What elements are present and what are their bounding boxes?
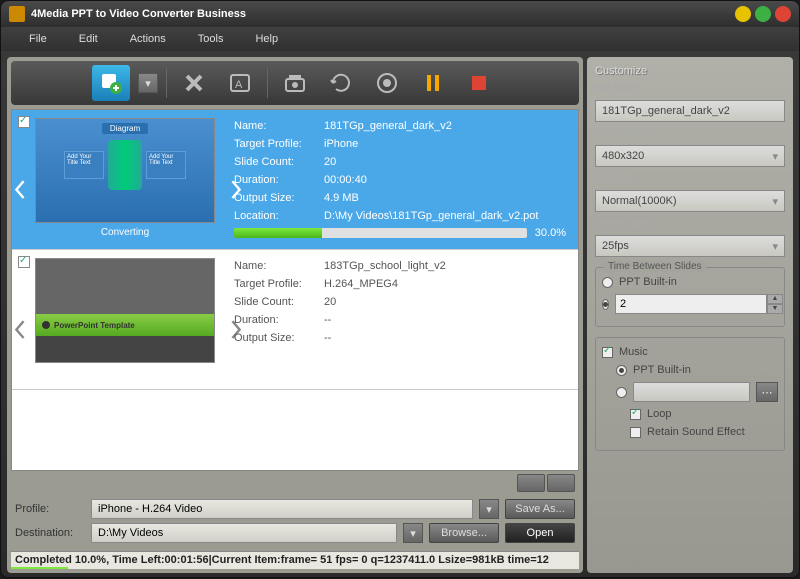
menu-edit[interactable]: Edit: [63, 33, 114, 45]
progress-bar: [234, 228, 527, 238]
item-name: 181TGp_general_dark_v2: [324, 120, 452, 132]
music-browse-button[interactable]: ⋯: [756, 382, 778, 402]
spin-up-icon[interactable]: ▲: [767, 294, 783, 304]
item-name: 183TGp_school_light_v2: [324, 260, 446, 272]
spin-down-icon[interactable]: ▼: [767, 304, 783, 314]
ppt-builtin-radio[interactable]: [602, 277, 613, 288]
delete-button[interactable]: [175, 65, 213, 101]
item-duration: 00:00:40: [324, 174, 367, 186]
app-window: 4Media PPT to Video Converter Business F…: [0, 0, 800, 578]
item-slides: 20: [324, 156, 336, 168]
refresh-button[interactable]: [322, 65, 360, 101]
music-file-field[interactable]: [633, 382, 750, 402]
capture-button[interactable]: [276, 65, 314, 101]
item-location: D:\My Videos\181TGp_general_dark_v2.pot: [324, 210, 538, 222]
item-slides: 20: [324, 296, 336, 308]
music-checkbox[interactable]: [602, 347, 613, 358]
prev-slide-icon[interactable]: [14, 180, 26, 196]
app-logo-icon: [9, 6, 25, 22]
list-item[interactable]: PowerPoint Template Name:183TGp_school_l…: [12, 250, 578, 390]
menu-file[interactable]: File: [13, 33, 63, 45]
music-custom-radio[interactable]: [616, 387, 627, 398]
chevron-down-icon: ▾: [772, 240, 778, 253]
chevron-down-icon: ▾: [772, 195, 778, 208]
resolution-select[interactable]: 480x320▾: [595, 145, 785, 167]
loop-checkbox[interactable]: [630, 409, 641, 420]
quality-select[interactable]: Normal(1000K)▾: [595, 190, 785, 212]
pause-button[interactable]: [414, 65, 452, 101]
item-size: 4.9 MB: [324, 192, 359, 204]
browse-button[interactable]: Browse...: [429, 523, 499, 543]
customize-header: Customize: [595, 65, 785, 77]
filename-field[interactable]: 181TGp_general_dark_v2: [595, 100, 785, 122]
slide-thumbnail: Diagram Add Your Title TextAdd Your Titl…: [35, 118, 215, 223]
destination-dropdown-icon[interactable]: ▾: [403, 523, 423, 543]
framerate-select[interactable]: 25fps▾: [595, 235, 785, 257]
chevron-down-icon: ▾: [772, 150, 778, 163]
menubar: File Edit Actions Tools Help: [1, 27, 799, 51]
time-between-slides-group: Time Between Slides PPT Built-in ▲▼: [595, 267, 785, 327]
rename-button[interactable]: A: [221, 65, 259, 101]
file-list: Diagram Add Your Title TextAdd Your Titl…: [11, 109, 579, 471]
music-ppt-builtin-radio[interactable]: [616, 365, 627, 376]
retain-sound-checkbox[interactable]: [630, 427, 641, 438]
stop-button[interactable]: [460, 65, 498, 101]
status-bar: Completed 10.0%, Time Left:00:01:56|Curr…: [11, 551, 579, 569]
destination-label: Destination:: [15, 527, 85, 539]
app-title: 4Media PPT to Video Converter Business: [31, 8, 731, 20]
titlebar[interactable]: 4Media PPT to Video Converter Business: [1, 1, 799, 27]
profile-select[interactable]: iPhone - H.264 Video: [91, 499, 473, 519]
progress-percent: 30.0%: [535, 227, 566, 239]
list-view-button[interactable]: [517, 474, 545, 492]
item-status: Converting: [101, 227, 149, 238]
item-size: --: [324, 332, 331, 344]
menu-actions[interactable]: Actions: [114, 33, 182, 45]
item-checkbox[interactable]: [18, 256, 30, 268]
prev-slide-icon[interactable]: [14, 320, 26, 336]
open-button[interactable]: Open: [505, 523, 575, 543]
profile-label: Profile:: [15, 503, 85, 515]
maximize-button[interactable]: [755, 6, 771, 22]
item-duration: --: [324, 314, 331, 326]
slide-thumbnail: PowerPoint Template: [35, 258, 215, 363]
quality-label: Quality: [595, 173, 785, 184]
music-group: Music PPT Built-in ⋯ Loop Retain Sound E…: [595, 337, 785, 451]
add-dropdown-icon[interactable]: ▾: [138, 73, 158, 93]
item-checkbox[interactable]: [18, 116, 30, 128]
toolbar: ▾ A: [11, 61, 579, 105]
close-button[interactable]: [775, 6, 791, 22]
thumb-diagram-label: Diagram: [102, 123, 148, 134]
list-item[interactable]: Diagram Add Your Title TextAdd Your Titl…: [12, 110, 578, 250]
minimize-button[interactable]: [735, 6, 751, 22]
filename-label: File Name: [595, 83, 785, 94]
menu-help[interactable]: Help: [239, 33, 294, 45]
time-spinner[interactable]: ▲▼: [615, 294, 783, 314]
save-as-button[interactable]: Save As...: [505, 499, 575, 519]
item-profile: iPhone: [324, 138, 358, 150]
profile-dropdown-icon[interactable]: ▾: [479, 499, 499, 519]
add-file-button[interactable]: [92, 65, 130, 101]
customize-panel: Customize File Name 181TGp_general_dark_…: [587, 57, 793, 573]
detail-view-button[interactable]: [547, 474, 575, 492]
resolution-label: Resolution: [595, 128, 785, 139]
svg-text:A: A: [235, 79, 243, 91]
record-button[interactable]: [368, 65, 406, 101]
time-input[interactable]: [615, 294, 767, 314]
custom-time-radio[interactable]: [602, 299, 609, 310]
main-panel: ▾ A Diagram Add Your Ti: [7, 57, 583, 573]
framerate-label: Frame Rate: [595, 218, 785, 229]
item-profile: H.264_MPEG4: [324, 278, 398, 290]
menu-tools[interactable]: Tools: [182, 33, 240, 45]
destination-field[interactable]: D:\My Videos: [91, 523, 397, 543]
